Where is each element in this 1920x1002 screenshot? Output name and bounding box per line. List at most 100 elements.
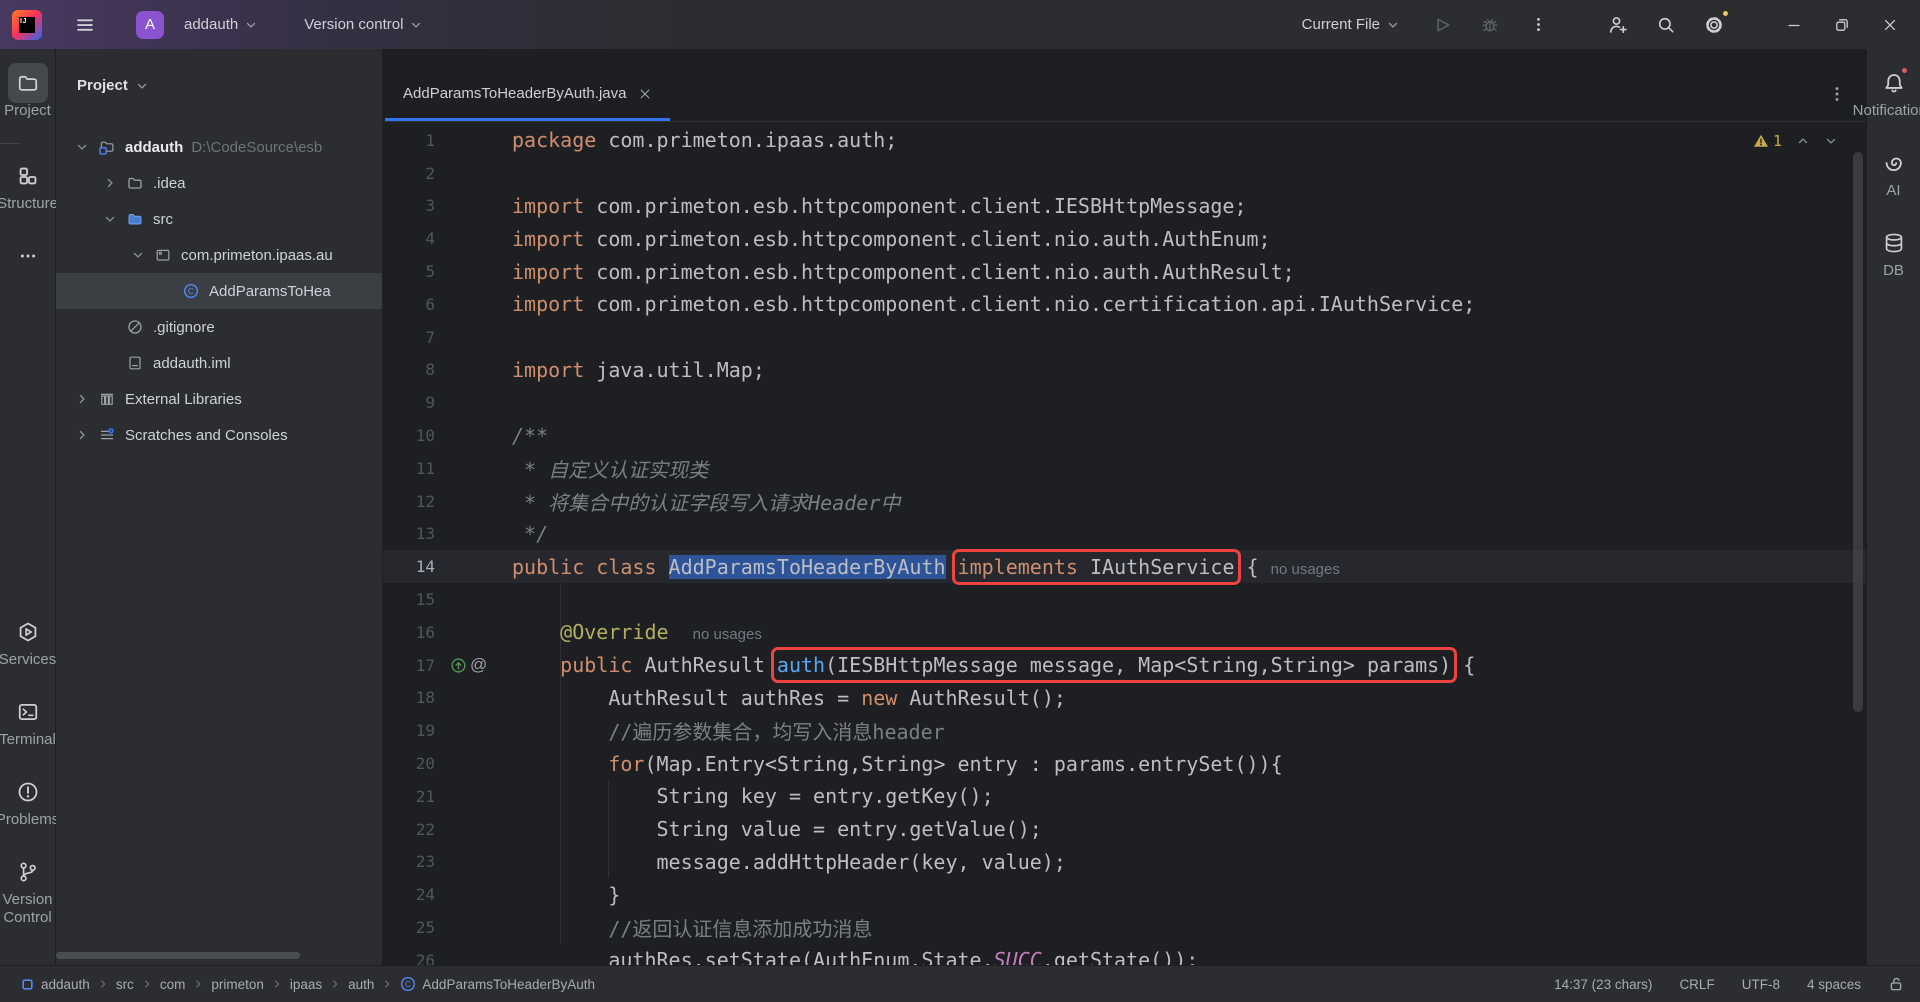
chevron-down-icon[interactable]	[131, 248, 145, 262]
line-number[interactable]: 4	[383, 229, 435, 248]
code-line-19[interactable]: 19 //遍历参数集合，均写入消息header	[383, 714, 1866, 747]
settings-button[interactable]	[1694, 5, 1734, 45]
line-number[interactable]: 16	[383, 623, 435, 642]
tree-chevron[interactable]	[96, 176, 124, 190]
indent-setting[interactable]: 4 spaces	[1807, 977, 1861, 992]
line-number[interactable]: 2	[383, 164, 435, 183]
code-line-11[interactable]: 11 * 自定义认证实现类	[383, 452, 1866, 485]
main-menu-icon[interactable]	[68, 8, 102, 42]
notifications-button[interactable]	[1874, 63, 1914, 103]
code-line-20[interactable]: 20 for(Map.Entry<String,String> entry : …	[383, 747, 1866, 780]
tree-chevron[interactable]	[124, 248, 152, 262]
tree-chevron[interactable]	[68, 140, 96, 154]
line-number[interactable]: 10	[383, 426, 435, 445]
code-line-22[interactable]: 22 String value = entry.getValue();	[383, 813, 1866, 846]
ai-assistant-button[interactable]	[1874, 143, 1914, 183]
line-number[interactable]: 15	[383, 590, 435, 609]
line-number[interactable]: 5	[383, 262, 435, 281]
inspection-widget[interactable]: 1	[1753, 132, 1838, 150]
code-line-12[interactable]: 12 * 将集合中的认证字段写入请求Header中	[383, 485, 1866, 518]
tree-item-addauth[interactable]: addauthD:\CodeSource\esb	[56, 129, 382, 165]
line-number[interactable]: 9	[383, 393, 435, 412]
tree-item-external-libraries[interactable]: External Libraries	[56, 381, 382, 417]
breadcrumb-item-auth[interactable]: auth	[348, 977, 374, 992]
code-line-3[interactable]: 3import com.primeton.esb.httpcomponent.c…	[383, 190, 1866, 223]
services-button[interactable]	[8, 612, 48, 652]
code-line-16[interactable]: 16 @Override no usages	[383, 616, 1866, 649]
tool-strip-item-problems[interactable]: Problems	[0, 772, 59, 828]
code-with-me-button[interactable]	[1598, 5, 1638, 45]
code-line-23[interactable]: 23 message.addHttpHeader(key, value);	[383, 846, 1866, 879]
chevron-down-icon[interactable]	[103, 212, 117, 226]
tree-item-addauth-iml[interactable]: addauth.iml	[56, 345, 382, 381]
line-number[interactable]: 14	[383, 557, 435, 576]
tree-chevron[interactable]	[68, 392, 96, 406]
chevron-right-icon[interactable]	[103, 176, 117, 190]
breadcrumb-item-ipaas[interactable]: ipaas	[290, 977, 322, 992]
more-actions-button[interactable]	[1518, 5, 1558, 45]
line-number[interactable]: 12	[383, 492, 435, 511]
next-problem-chevron-down-icon[interactable]	[1824, 134, 1838, 148]
file-encoding[interactable]: UTF-8	[1742, 977, 1780, 992]
database-button[interactable]	[1874, 223, 1914, 263]
chevron-right-icon[interactable]	[75, 428, 89, 442]
line-number[interactable]: 20	[383, 754, 435, 773]
search-everywhere-button[interactable]	[1646, 5, 1686, 45]
tree-item-addparamstohea[interactable]: CAddParamsToHea	[56, 273, 382, 309]
vertical-scrollbar[interactable]	[1853, 152, 1863, 712]
line-number[interactable]: 25	[383, 918, 435, 937]
code-line-1[interactable]: 1package com.primeton.ipaas.auth;	[383, 124, 1866, 157]
code-line-10[interactable]: 10/**	[383, 419, 1866, 452]
line-number[interactable]: 13	[383, 524, 435, 543]
tab-options-kebab-icon[interactable]	[1828, 85, 1846, 103]
code-line-5[interactable]: 5import com.primeton.esb.httpcomponent.c…	[383, 255, 1866, 288]
line-number[interactable]: 18	[383, 688, 435, 707]
terminal-button[interactable]	[8, 692, 48, 732]
caret-position[interactable]: 14:37 (23 chars)	[1554, 977, 1652, 992]
debug-button[interactable]	[1470, 5, 1510, 45]
tool-strip-item-more-tool-windows[interactable]	[0, 236, 58, 276]
line-number[interactable]: 26	[383, 951, 435, 965]
line-number[interactable]: 19	[383, 721, 435, 740]
line-number[interactable]: 24	[383, 885, 435, 904]
tool-strip-item-project[interactable]: Project	[0, 63, 58, 119]
code-line-24[interactable]: 24 }	[383, 878, 1866, 911]
code-line-8[interactable]: 8import java.util.Map;	[383, 354, 1866, 387]
run-button[interactable]	[1422, 5, 1462, 45]
breadcrumb-item-addauth[interactable]: addauth	[20, 977, 90, 992]
code-line-9[interactable]: 9	[383, 386, 1866, 419]
tool-strip-item-services[interactable]: Services	[0, 612, 59, 668]
chevron-down-icon[interactable]	[75, 140, 89, 154]
overrides-gutter-icon[interactable]	[450, 657, 467, 674]
code-line-21[interactable]: 21 String key = entry.getKey();	[383, 780, 1866, 813]
code-line-4[interactable]: 4import com.primeton.esb.httpcomponent.c…	[383, 222, 1866, 255]
horizontal-scrollbar[interactable]	[56, 952, 300, 959]
code-line-26[interactable]: 26 authRes.setState(AuthEnum.State.SUCC.…	[383, 944, 1866, 965]
line-number[interactable]: 17	[383, 656, 435, 675]
editor-tab[interactable]: AddParamsToHeaderByAuth.java	[385, 69, 670, 121]
tree-item-src[interactable]: src	[56, 201, 382, 237]
tool-strip-item-terminal[interactable]: Terminal	[0, 692, 59, 748]
unlocked-icon[interactable]	[1888, 976, 1904, 992]
restore-button[interactable]	[1822, 5, 1862, 45]
problems-button[interactable]	[8, 772, 48, 812]
code-line-7[interactable]: 7	[383, 321, 1866, 354]
line-number[interactable]: 1	[383, 131, 435, 150]
line-number[interactable]: 23	[383, 852, 435, 871]
tree-item--gitignore[interactable]: .gitignore	[56, 309, 382, 345]
line-number[interactable]: 6	[383, 295, 435, 314]
tree-chevron[interactable]	[68, 428, 96, 442]
code-line-25[interactable]: 25 //返回认证信息添加成功消息	[383, 911, 1866, 944]
breadcrumb-item-primeton[interactable]: primeton	[211, 977, 264, 992]
run-configuration-selector[interactable]: Current File	[1302, 16, 1400, 33]
project-selector[interactable]: addauth	[184, 16, 258, 33]
breadcrumb-item-addparamstoheaderbyauth[interactable]: CAddParamsToHeaderByAuth	[400, 976, 595, 992]
tree-item--idea[interactable]: .idea	[56, 165, 382, 201]
line-number[interactable]: 7	[383, 328, 435, 347]
code-line-17[interactable]: 17@ public AuthResult auth(IESBHttpMessa…	[383, 649, 1866, 682]
minimize-button[interactable]	[1774, 5, 1814, 45]
line-number[interactable]: 3	[383, 196, 435, 215]
tool-strip-item-structure[interactable]: Structure	[0, 156, 58, 212]
tab-close-icon[interactable]	[638, 87, 652, 101]
code-editor[interactable]: 1package com.primeton.ipaas.auth; 2 3impor…	[383, 122, 1866, 965]
